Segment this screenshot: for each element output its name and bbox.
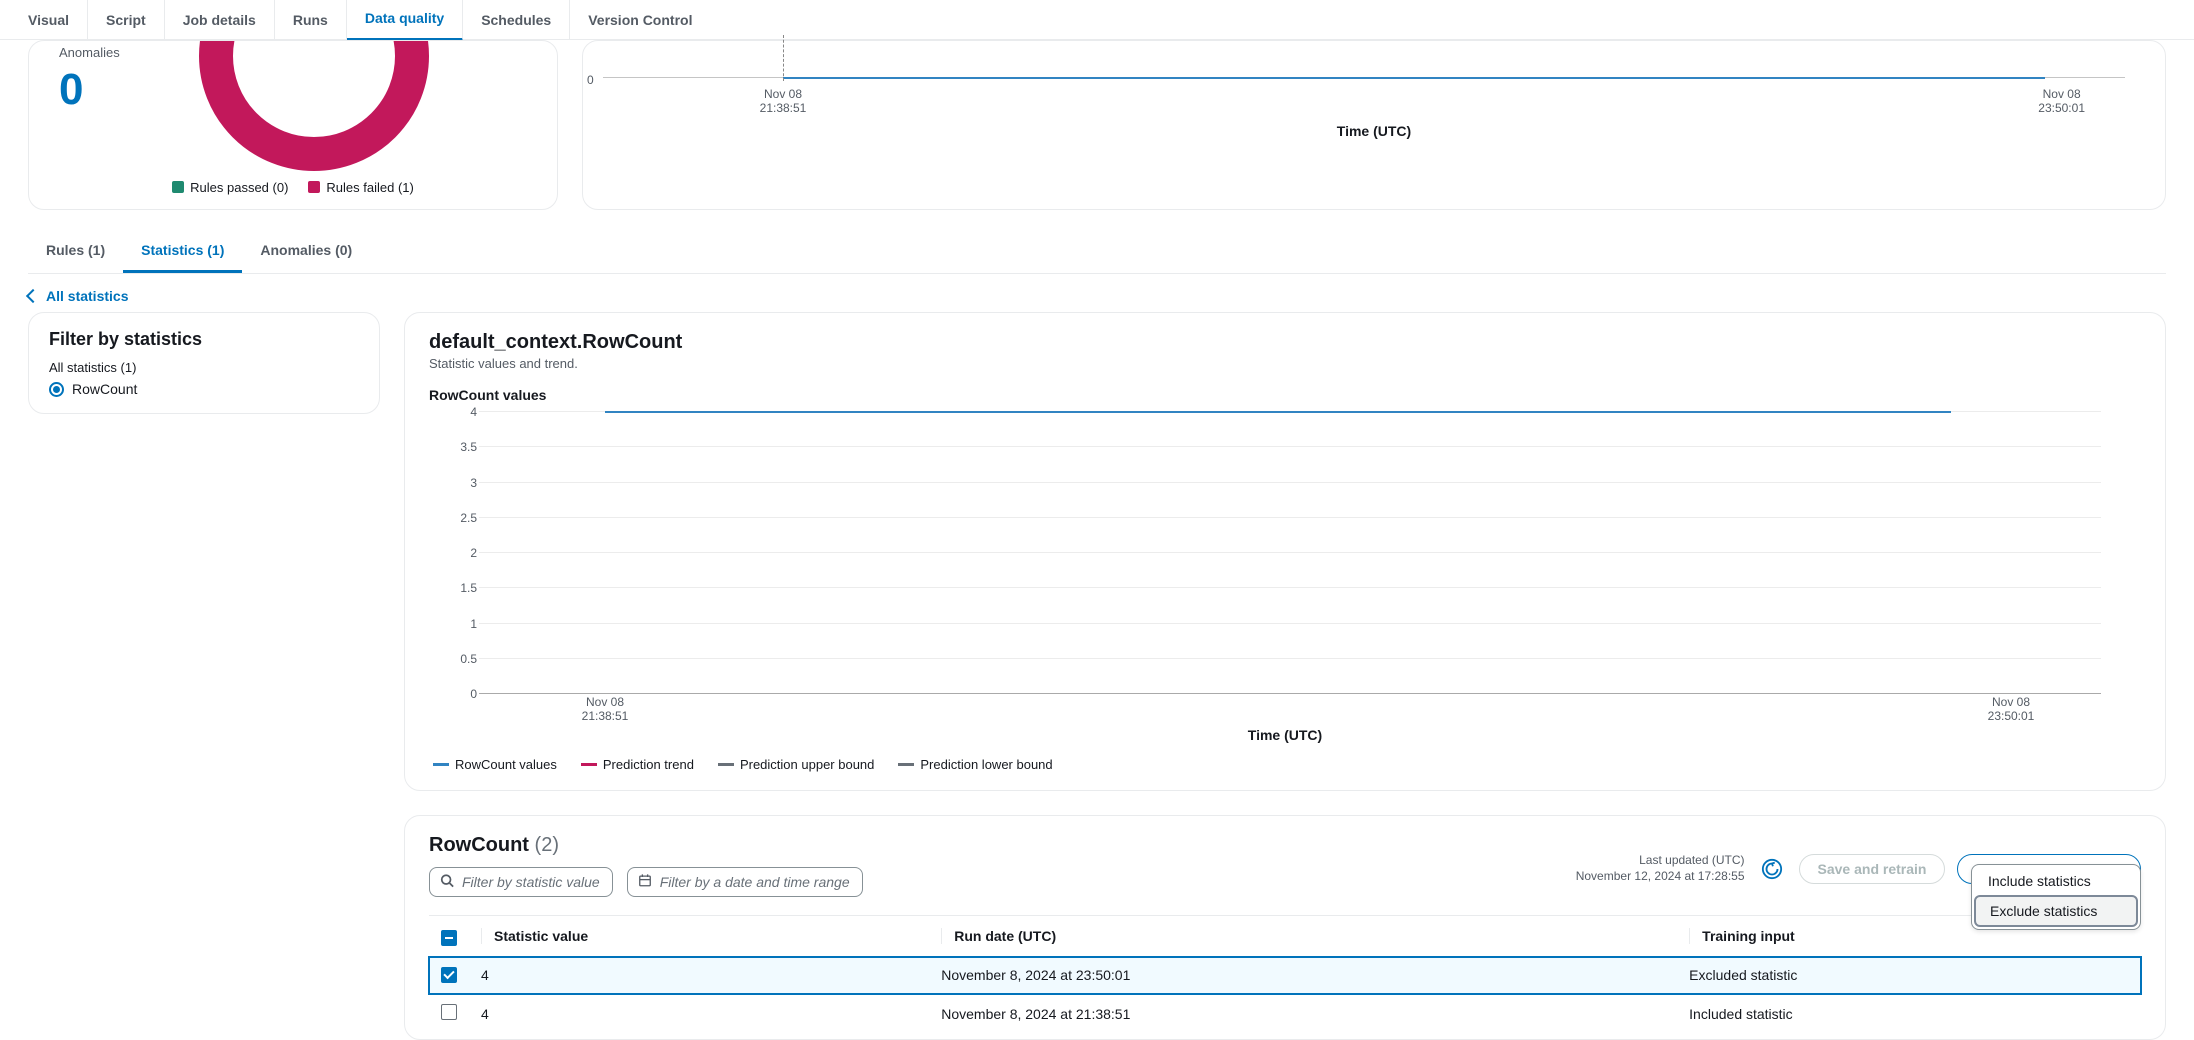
- chart-title: RowCount values: [429, 387, 2141, 403]
- refresh-button[interactable]: [1757, 854, 1787, 884]
- xtick-2: Nov 0823:50:01: [1951, 695, 2071, 723]
- table-row[interactable]: 4 November 8, 2024 at 21:38:51 Included …: [429, 994, 2141, 1034]
- legend-values: RowCount values: [433, 757, 557, 772]
- calendar-icon: [638, 874, 652, 891]
- edit-training-dropdown: Include statistics Exclude statistics: [1971, 864, 2141, 930]
- mini-tick-dash: [783, 35, 784, 81]
- rowcount-chart: 4 3.5 3 2.5 2 1.5 1 0.5 0: [449, 411, 2141, 721]
- col-training-input: Training input: [1689, 928, 2129, 944]
- ytick: 1: [453, 617, 477, 631]
- rules-donut: [199, 40, 429, 171]
- cell-statistic-value: 4: [469, 994, 929, 1034]
- filter-title: Filter by statistics: [49, 329, 359, 350]
- chart-legend: RowCount values Prediction trend Predict…: [433, 757, 2141, 772]
- col-run-date: Run date (UTC): [941, 928, 1665, 944]
- subtab-statistics[interactable]: Statistics (1): [123, 230, 242, 273]
- ytick: 2: [453, 546, 477, 560]
- mini-ytick: 0: [587, 73, 594, 87]
- search-icon: [440, 874, 454, 891]
- mini-x-title: Time (UTC): [583, 123, 2165, 139]
- select-all-checkbox[interactable]: [441, 930, 457, 946]
- mini-xtick-1: Nov 0821:38:51: [760, 87, 807, 115]
- legend-passed: Rules passed (0): [172, 180, 288, 195]
- radio-icon: [49, 382, 64, 397]
- xtick-1: Nov 0821:38:51: [545, 695, 665, 723]
- col-statistic-value: Statistic value: [481, 928, 917, 944]
- tab-schedules[interactable]: Schedules: [463, 0, 570, 40]
- filter-radio-rowcount[interactable]: RowCount: [49, 381, 359, 397]
- cell-run-date: November 8, 2024 at 21:38:51: [929, 994, 1677, 1034]
- ytick: 3: [453, 476, 477, 490]
- summary-row: Anomalies 0 Rules passed (0) Rules faile…: [28, 40, 2166, 210]
- mini-xtick-2: Nov 0823:50:01: [2038, 87, 2085, 115]
- save-retrain-button[interactable]: Save and retrain: [1799, 854, 1946, 884]
- subtab-rules[interactable]: Rules (1): [28, 230, 123, 273]
- chart-x-title: Time (UTC): [429, 727, 2141, 743]
- content-row: Filter by statistics All statistics (1) …: [28, 312, 2166, 1040]
- tab-version-control[interactable]: Version Control: [570, 0, 710, 40]
- breadcrumb-all-statistics[interactable]: All statistics: [28, 288, 2166, 304]
- tab-job-details[interactable]: Job details: [165, 0, 275, 40]
- anomalies-label: Anomalies: [59, 45, 120, 60]
- rowcount-card: RowCount (2) Filter by statistic value: [404, 815, 2166, 1040]
- mini-data-line: [783, 77, 2045, 79]
- anomalies-card: Anomalies 0 Rules passed (0) Rules faile…: [28, 40, 558, 210]
- subtab-anomalies[interactable]: Anomalies (0): [242, 230, 370, 273]
- dropdown-include-statistics[interactable]: Include statistics: [1974, 867, 2138, 895]
- legend-upper: Prediction upper bound: [718, 757, 874, 772]
- ytick: 4: [453, 405, 477, 419]
- time-mini-chart: 0 Nov 0821:38:51 Nov 0823:50:01 Time (UT…: [582, 40, 2166, 210]
- filter-statistic-value[interactable]: Filter by statistic value: [429, 867, 613, 897]
- ytick: 1.5: [453, 581, 477, 595]
- ytick: 0.5: [453, 652, 477, 666]
- legend-trend: Prediction trend: [581, 757, 694, 772]
- tab-script[interactable]: Script: [88, 0, 165, 40]
- sub-tabs: Rules (1) Statistics (1) Anomalies (0): [28, 230, 2166, 274]
- rowcount-title: RowCount (2): [429, 834, 863, 857]
- tab-runs[interactable]: Runs: [275, 0, 347, 40]
- anomalies-value: 0: [59, 65, 83, 115]
- row-checkbox[interactable]: [441, 967, 457, 983]
- breadcrumb-label: All statistics: [46, 288, 128, 304]
- legend-failed: Rules failed (1): [308, 180, 413, 195]
- statistic-detail-card: default_context.RowCount Statistic value…: [404, 312, 2166, 791]
- rules-legend: Rules passed (0) Rules failed (1): [29, 180, 557, 195]
- cell-training-input: Included statistic: [1677, 994, 2141, 1034]
- table-row[interactable]: 4 November 8, 2024 at 23:50:01 Excluded …: [429, 957, 2141, 994]
- ytick: 3.5: [453, 440, 477, 454]
- cell-run-date: November 8, 2024 at 23:50:01: [929, 957, 1677, 994]
- top-tabs: Visual Script Job details Runs Data qual…: [0, 0, 2194, 40]
- filter-date-range[interactable]: Filter by a date and time range: [627, 867, 863, 897]
- filter-all-label: All statistics (1): [49, 360, 359, 375]
- last-updated: Last updated (UTC) November 12, 2024 at …: [1576, 853, 1745, 884]
- cell-statistic-value: 4: [469, 957, 929, 994]
- detail-title: default_context.RowCount: [429, 331, 2141, 354]
- legend-lower: Prediction lower bound: [898, 757, 1052, 772]
- tab-visual[interactable]: Visual: [10, 0, 88, 40]
- filter-card: Filter by statistics All statistics (1) …: [28, 312, 380, 414]
- rowcount-table: Statistic value Run date (UTC) Training …: [429, 915, 2141, 1033]
- tab-data-quality[interactable]: Data quality: [347, 0, 463, 41]
- chevron-left-icon: [26, 289, 40, 303]
- ytick: 2.5: [453, 511, 477, 525]
- detail-subtitle: Statistic values and trend.: [429, 356, 2141, 371]
- row-checkbox[interactable]: [441, 1004, 457, 1020]
- dropdown-exclude-statistics[interactable]: Exclude statistics: [1974, 895, 2138, 927]
- ytick: 0: [453, 687, 477, 701]
- chart-data-line: [605, 411, 1951, 413]
- filter-radio-label: RowCount: [72, 381, 137, 397]
- cell-training-input: Excluded statistic: [1677, 957, 2141, 994]
